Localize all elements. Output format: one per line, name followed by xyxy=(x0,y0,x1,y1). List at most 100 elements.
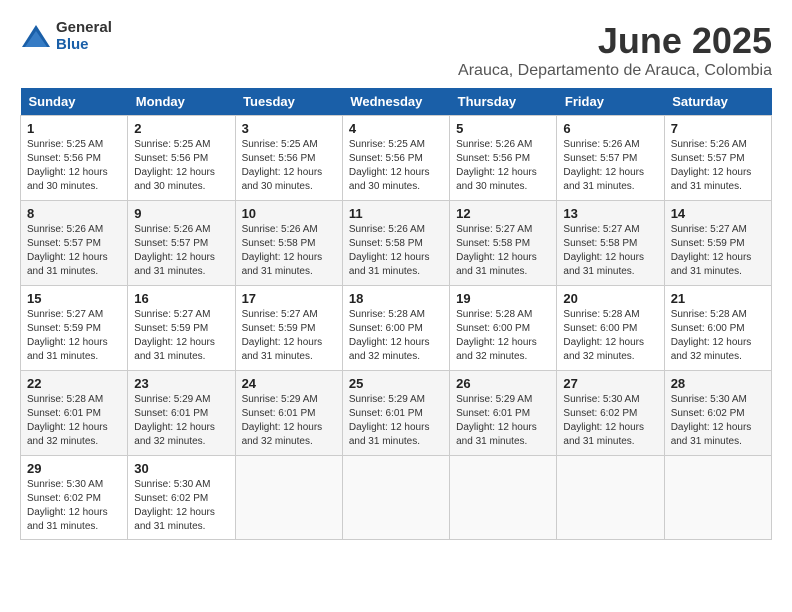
sunset-label: Sunset: 5:59 PM xyxy=(27,323,101,334)
day-number: 14 xyxy=(671,206,765,221)
day-cell: 13 Sunrise: 5:27 AM Sunset: 5:58 PM Dayl… xyxy=(557,201,664,286)
day-info: Sunrise: 5:27 AM Sunset: 5:59 PM Dayligh… xyxy=(134,308,228,364)
day-cell: 1 Sunrise: 5:25 AM Sunset: 5:56 PM Dayli… xyxy=(21,116,128,201)
sunset-label: Sunset: 5:56 PM xyxy=(456,153,530,164)
sunrise-label: Sunrise: 5:27 AM xyxy=(134,309,210,320)
day-info: Sunrise: 5:27 AM Sunset: 5:58 PM Dayligh… xyxy=(456,223,550,279)
daylight-label: Daylight: 12 hours and 32 minutes. xyxy=(242,422,323,447)
sunset-label: Sunset: 6:02 PM xyxy=(27,493,101,504)
day-info: Sunrise: 5:26 AM Sunset: 5:58 PM Dayligh… xyxy=(242,223,336,279)
day-cell: 15 Sunrise: 5:27 AM Sunset: 5:59 PM Dayl… xyxy=(21,286,128,371)
day-info: Sunrise: 5:25 AM Sunset: 5:56 PM Dayligh… xyxy=(242,138,336,194)
week-row-5: 29 Sunrise: 5:30 AM Sunset: 6:02 PM Dayl… xyxy=(21,456,772,540)
sunrise-label: Sunrise: 5:27 AM xyxy=(456,224,532,235)
day-info: Sunrise: 5:30 AM Sunset: 6:02 PM Dayligh… xyxy=(27,478,121,534)
sunrise-label: Sunrise: 5:29 AM xyxy=(456,394,532,405)
logo-text: General Blue xyxy=(56,20,112,53)
day-cell xyxy=(342,456,449,540)
day-number: 21 xyxy=(671,291,765,306)
sunset-label: Sunset: 5:59 PM xyxy=(134,323,208,334)
daylight-label: Daylight: 12 hours and 31 minutes. xyxy=(242,337,323,362)
sunset-label: Sunset: 5:57 PM xyxy=(671,153,745,164)
sunrise-label: Sunrise: 5:26 AM xyxy=(563,139,639,150)
sunset-label: Sunset: 5:57 PM xyxy=(134,238,208,249)
day-cell: 12 Sunrise: 5:27 AM Sunset: 5:58 PM Dayl… xyxy=(450,201,557,286)
sunset-label: Sunset: 5:58 PM xyxy=(242,238,316,249)
day-cell xyxy=(664,456,771,540)
sunrise-label: Sunrise: 5:25 AM xyxy=(349,139,425,150)
day-info: Sunrise: 5:26 AM Sunset: 5:57 PM Dayligh… xyxy=(671,138,765,194)
day-cell xyxy=(235,456,342,540)
sunrise-label: Sunrise: 5:25 AM xyxy=(27,139,103,150)
sunrise-label: Sunrise: 5:27 AM xyxy=(27,309,103,320)
day-cell: 23 Sunrise: 5:29 AM Sunset: 6:01 PM Dayl… xyxy=(128,371,235,456)
header-monday: Monday xyxy=(128,88,235,116)
day-cell: 8 Sunrise: 5:26 AM Sunset: 5:57 PM Dayli… xyxy=(21,201,128,286)
sunrise-label: Sunrise: 5:28 AM xyxy=(563,309,639,320)
daylight-label: Daylight: 12 hours and 31 minutes. xyxy=(456,252,537,277)
sunset-label: Sunset: 5:59 PM xyxy=(242,323,316,334)
day-number: 28 xyxy=(671,376,765,391)
day-number: 10 xyxy=(242,206,336,221)
sunset-label: Sunset: 5:56 PM xyxy=(242,153,316,164)
day-info: Sunrise: 5:30 AM Sunset: 6:02 PM Dayligh… xyxy=(134,478,228,534)
day-number: 3 xyxy=(242,121,336,136)
daylight-label: Daylight: 12 hours and 32 minutes. xyxy=(349,337,430,362)
daylight-label: Daylight: 12 hours and 31 minutes. xyxy=(671,167,752,192)
day-number: 18 xyxy=(349,291,443,306)
day-info: Sunrise: 5:28 AM Sunset: 6:00 PM Dayligh… xyxy=(456,308,550,364)
day-info: Sunrise: 5:26 AM Sunset: 5:57 PM Dayligh… xyxy=(27,223,121,279)
daylight-label: Daylight: 12 hours and 31 minutes. xyxy=(134,337,215,362)
day-number: 25 xyxy=(349,376,443,391)
day-cell: 21 Sunrise: 5:28 AM Sunset: 6:00 PM Dayl… xyxy=(664,286,771,371)
day-info: Sunrise: 5:27 AM Sunset: 5:59 PM Dayligh… xyxy=(242,308,336,364)
daylight-label: Daylight: 12 hours and 31 minutes. xyxy=(27,252,108,277)
sunrise-label: Sunrise: 5:26 AM xyxy=(134,224,210,235)
sunset-label: Sunset: 5:57 PM xyxy=(563,153,637,164)
daylight-label: Daylight: 12 hours and 32 minutes. xyxy=(563,337,644,362)
day-number: 19 xyxy=(456,291,550,306)
sunset-label: Sunset: 6:02 PM xyxy=(563,408,637,419)
day-cell xyxy=(450,456,557,540)
day-number: 5 xyxy=(456,121,550,136)
daylight-label: Daylight: 12 hours and 31 minutes. xyxy=(134,252,215,277)
day-cell: 29 Sunrise: 5:30 AM Sunset: 6:02 PM Dayl… xyxy=(21,456,128,540)
week-row-4: 22 Sunrise: 5:28 AM Sunset: 6:01 PM Dayl… xyxy=(21,371,772,456)
header-thursday: Thursday xyxy=(450,88,557,116)
day-cell: 14 Sunrise: 5:27 AM Sunset: 5:59 PM Dayl… xyxy=(664,201,771,286)
header-row: SundayMondayTuesdayWednesdayThursdayFrid… xyxy=(21,88,772,116)
day-cell: 18 Sunrise: 5:28 AM Sunset: 6:00 PM Dayl… xyxy=(342,286,449,371)
day-info: Sunrise: 5:30 AM Sunset: 6:02 PM Dayligh… xyxy=(563,393,657,449)
sunrise-label: Sunrise: 5:28 AM xyxy=(456,309,532,320)
daylight-label: Daylight: 12 hours and 31 minutes. xyxy=(563,167,644,192)
day-cell: 22 Sunrise: 5:28 AM Sunset: 6:01 PM Dayl… xyxy=(21,371,128,456)
day-info: Sunrise: 5:29 AM Sunset: 6:01 PM Dayligh… xyxy=(349,393,443,449)
day-number: 1 xyxy=(27,121,121,136)
sunset-label: Sunset: 6:02 PM xyxy=(671,408,745,419)
sunrise-label: Sunrise: 5:30 AM xyxy=(134,479,210,490)
day-info: Sunrise: 5:25 AM Sunset: 5:56 PM Dayligh… xyxy=(349,138,443,194)
header-tuesday: Tuesday xyxy=(235,88,342,116)
day-info: Sunrise: 5:26 AM Sunset: 5:58 PM Dayligh… xyxy=(349,223,443,279)
day-info: Sunrise: 5:28 AM Sunset: 6:00 PM Dayligh… xyxy=(563,308,657,364)
day-cell: 26 Sunrise: 5:29 AM Sunset: 6:01 PM Dayl… xyxy=(450,371,557,456)
day-cell: 6 Sunrise: 5:26 AM Sunset: 5:57 PM Dayli… xyxy=(557,116,664,201)
header-saturday: Saturday xyxy=(664,88,771,116)
day-info: Sunrise: 5:26 AM Sunset: 5:57 PM Dayligh… xyxy=(563,138,657,194)
daylight-label: Daylight: 12 hours and 32 minutes. xyxy=(671,337,752,362)
daylight-label: Daylight: 12 hours and 31 minutes. xyxy=(242,252,323,277)
sunset-label: Sunset: 5:56 PM xyxy=(27,153,101,164)
daylight-label: Daylight: 12 hours and 30 minutes. xyxy=(27,167,108,192)
sunset-label: Sunset: 5:56 PM xyxy=(349,153,423,164)
day-number: 9 xyxy=(134,206,228,221)
sunrise-label: Sunrise: 5:27 AM xyxy=(671,224,747,235)
sunset-label: Sunset: 6:00 PM xyxy=(563,323,637,334)
sunrise-label: Sunrise: 5:29 AM xyxy=(349,394,425,405)
day-info: Sunrise: 5:29 AM Sunset: 6:01 PM Dayligh… xyxy=(242,393,336,449)
daylight-label: Daylight: 12 hours and 31 minutes. xyxy=(134,507,215,532)
sunset-label: Sunset: 5:58 PM xyxy=(456,238,530,249)
sunrise-label: Sunrise: 5:26 AM xyxy=(671,139,747,150)
sunrise-label: Sunrise: 5:30 AM xyxy=(27,479,103,490)
day-number: 2 xyxy=(134,121,228,136)
day-cell: 3 Sunrise: 5:25 AM Sunset: 5:56 PM Dayli… xyxy=(235,116,342,201)
